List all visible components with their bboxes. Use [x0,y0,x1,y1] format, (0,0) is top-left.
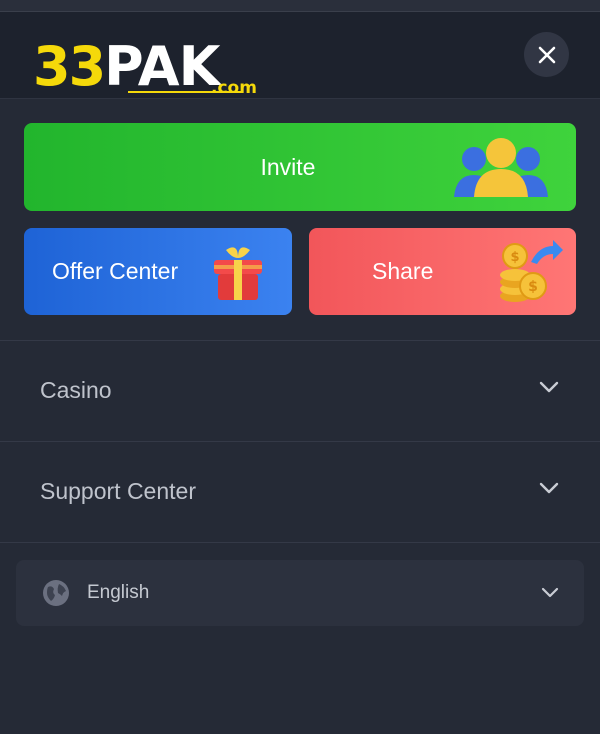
share-button[interactable]: Share $ $ [309,228,576,315]
invite-button[interactable]: Invite [24,123,576,211]
gift-icon [214,247,262,300]
users-icon [454,138,548,197]
close-button[interactable] [524,32,569,77]
close-icon [538,46,555,63]
menu-item-casino[interactable]: Casino [0,340,600,440]
offer-center-label: Offer Center [52,258,179,284]
menu-item-label: Support Center [40,477,196,504]
divider [0,542,600,543]
chevron-down-icon [541,587,559,598]
globe-icon [43,580,69,606]
menu-item-support-center[interactable]: Support Center [0,441,600,541]
menu-item-label: Casino [40,376,112,403]
svg-text:$: $ [510,250,519,265]
coins-share-icon: $ $ [500,240,563,302]
offer-center-button[interactable]: Offer Center [24,228,292,315]
header: 33PAK .com [0,12,600,99]
logo-domain: .com [211,78,257,98]
logo-number: 33 [33,35,106,98]
top-strip [0,0,600,12]
language-label: English [87,582,150,603]
brand-logo[interactable]: 33PAK .com [33,40,263,99]
chevron-down-icon [539,482,559,494]
chevron-down-icon [539,381,559,393]
language-selector[interactable]: English [16,560,584,626]
svg-text:$: $ [528,279,538,295]
logo-text: PAK [104,35,220,98]
invite-label: Invite [260,153,316,180]
share-label: Share [372,258,434,284]
